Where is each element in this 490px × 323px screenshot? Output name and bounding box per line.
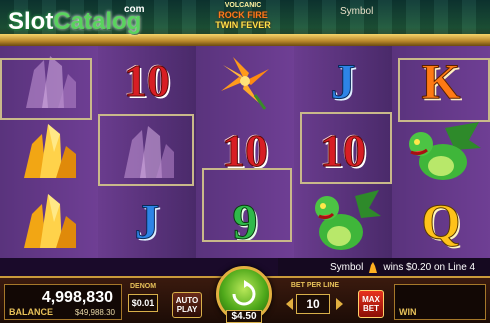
top-banner: Slot Catalog com VOLCANIC ROCK FIRE TWIN …: [0, 0, 490, 46]
top-symbol-label: Symbol: [340, 6, 374, 17]
amber-crystal-mini-icon: [369, 262, 378, 273]
balance-credits: 4,998,830: [41, 289, 113, 306]
watermark-tld: com: [124, 4, 145, 15]
q-symbol: Q: [421, 193, 461, 250]
green-dragon-icon: [315, 190, 381, 250]
symbol-ten: 10: [98, 46, 196, 116]
orange-lily-icon: [221, 57, 269, 110]
ten-symbol: 10: [124, 55, 171, 106]
game-logo-line1: VOLCANIC: [224, 2, 262, 9]
denom-label: DENOM: [129, 283, 157, 290]
symbol-j: J: [98, 186, 196, 256]
payline-frame: [398, 58, 490, 122]
bet-decrease-icon[interactable]: [286, 298, 293, 310]
reel-2: 10 J: [98, 46, 196, 258]
symbol-amber-crystal: [0, 116, 98, 186]
payline-frame: [98, 114, 194, 186]
symbol-green-dragon: [392, 116, 490, 186]
amber-crystal-icon: [24, 194, 76, 248]
symbol-orange-lily: [196, 46, 294, 116]
max-bet-button[interactable]: MAX BET: [358, 290, 384, 318]
payline-frame: [0, 58, 92, 120]
watermark-brand: Slot: [8, 8, 54, 35]
reel-grid: 10 J 10 9 J 10 K Q: [0, 46, 490, 258]
green-dragon-icon: [409, 122, 481, 180]
symbol-amber-crystal: [0, 186, 98, 256]
j-symbol: J: [134, 193, 160, 250]
win-panel: WIN: [394, 284, 486, 320]
denom-button[interactable]: $0.01: [128, 294, 158, 312]
balance-dollars: $49,988.30: [74, 308, 115, 317]
symbol-q: Q: [392, 186, 490, 256]
bet-per-line-value: 10: [296, 294, 330, 314]
bet-increase-icon[interactable]: [336, 298, 343, 310]
refresh-icon: [232, 280, 256, 306]
win-message-prefix: Symbol: [330, 261, 364, 273]
spin-cost: $4.50: [226, 310, 262, 323]
reel-1: [0, 46, 98, 258]
balance-label: BALANCE: [9, 307, 53, 317]
bet-per-line-label: BET PER LINE: [290, 282, 340, 289]
game-logo: VOLCANIC ROCK FIRE TWIN FEVER: [208, 2, 278, 34]
amber-crystal-icon: [24, 124, 76, 178]
control-bar: 4,998,830 BALANCE $49,988.30 DENOM $0.01…: [0, 266, 490, 323]
win-label: WIN: [399, 307, 417, 317]
win-message-bar: Symbol wins $0.20 on Line 4: [278, 258, 490, 276]
symbol-j: J: [294, 46, 392, 116]
auto-play-button[interactable]: AUTO PLAY: [172, 292, 202, 318]
j-symbol: J: [330, 53, 356, 110]
balance-panel: 4,998,830 BALANCE $49,988.30: [4, 284, 122, 320]
win-message-text: wins $0.20 on Line 4: [383, 261, 476, 273]
reel-5: K Q: [392, 46, 490, 258]
symbol-green-dragon: [294, 186, 392, 256]
reel-3: 10 9: [196, 46, 294, 258]
game-logo-line3: TWIN FEVER: [215, 20, 271, 30]
payline-frame: [202, 168, 292, 242]
slotcatalog-watermark: Slot Catalog com: [8, 4, 145, 38]
reel-4: J 10: [294, 46, 392, 258]
payline-frame: [300, 112, 392, 184]
game-logo-line2: ROCK FIRE: [218, 10, 268, 20]
